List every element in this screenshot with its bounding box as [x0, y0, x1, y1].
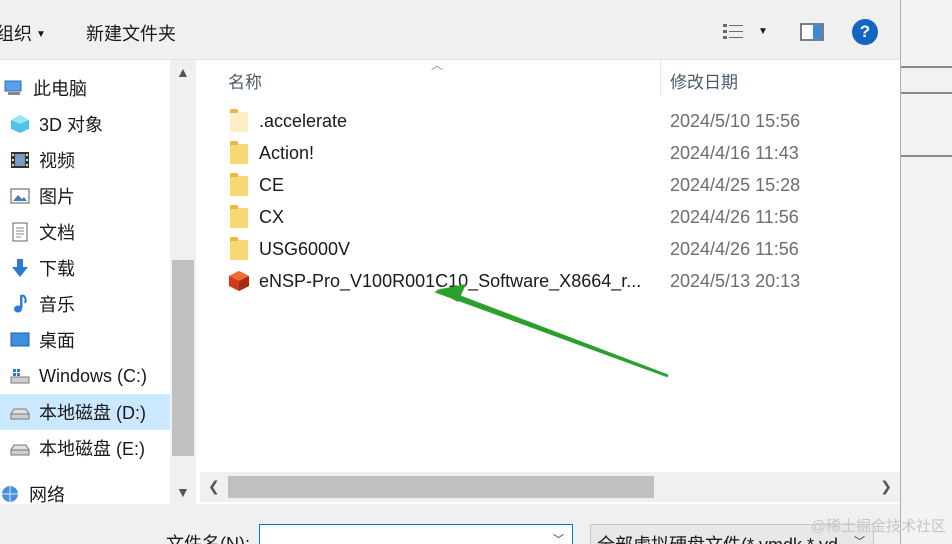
- nav-scrollbar[interactable]: ▲ ▼: [170, 60, 196, 504]
- file-name: .accelerate: [259, 111, 348, 131]
- file-open-dialog: 组织 ▼ 新建文件夹 ▼ ? 此电脑 3D 对象 视频 图片 文档 下载 音乐 …: [0, 0, 900, 544]
- file-name: CE: [259, 175, 285, 195]
- nav-item-3d-objects[interactable]: 3D 对象: [0, 106, 170, 142]
- horizontal-scrollbar[interactable]: ❮ ❯: [200, 472, 900, 502]
- file-date: 2024/5/13 20:13: [670, 271, 801, 291]
- folder-icon: [230, 141, 248, 164]
- nav-item-pictures[interactable]: 图片: [0, 178, 170, 214]
- preview-pane-icon[interactable]: [800, 22, 824, 42]
- nav-item-label: 音乐: [39, 295, 75, 315]
- file-row[interactable]: .accelerate 2024/5/10 15:56: [200, 106, 890, 138]
- file-row[interactable]: CX 2024/4/26 11:56: [200, 202, 890, 234]
- nav-item-label: 图片: [39, 187, 75, 207]
- column-name-header[interactable]: 名称: [228, 68, 262, 93]
- scrollbar-thumb[interactable]: [172, 260, 194, 456]
- nav-item-documents[interactable]: 文档: [0, 214, 170, 250]
- column-date-header[interactable]: 修改日期: [670, 68, 738, 93]
- download-icon: [12, 259, 28, 277]
- file-date: 2024/4/16 11:43: [670, 143, 799, 163]
- column-header: 名称 ︿ 修改日期: [200, 58, 900, 96]
- nav-item-label: 本地磁盘 (D:): [39, 403, 146, 423]
- network-icon: [2, 486, 18, 502]
- video-icon: [11, 152, 29, 168]
- divider: [901, 155, 952, 157]
- nav-item-label: 3D 对象: [39, 115, 104, 135]
- file-name: USG6000V: [259, 239, 351, 259]
- scroll-right-icon[interactable]: ❯: [880, 478, 892, 495]
- scrollbar-thumb[interactable]: [228, 476, 654, 498]
- nav-item-drive-c[interactable]: Windows (C:): [0, 358, 170, 394]
- nav-item-label: 桌面: [39, 331, 75, 351]
- 3d-objects-icon: [11, 115, 29, 133]
- package-icon: [229, 271, 249, 291]
- nav-item-label: Windows (C:): [39, 365, 148, 386]
- filename-input[interactable]: ﹀: [259, 524, 573, 544]
- folder-icon: [230, 109, 248, 132]
- divider: [901, 92, 952, 94]
- folder-icon: [230, 173, 248, 196]
- nav-item-label: 下载: [39, 259, 75, 279]
- toolbar: 组织 ▼ 新建文件夹 ▼ ?: [0, 0, 900, 60]
- nav-item-label: 本地磁盘 (E:): [39, 439, 145, 459]
- view-dropdown-icon[interactable]: ▼: [758, 26, 768, 37]
- folder-icon: [230, 205, 248, 228]
- file-row[interactable]: Action! 2024/4/16 11:43: [200, 138, 890, 170]
- scroll-left-icon[interactable]: ❮: [208, 478, 220, 495]
- organize-label: 组织: [0, 24, 32, 44]
- nav-item-label: 此电脑: [33, 79, 87, 99]
- file-date: 2024/4/26 11:56: [670, 239, 799, 259]
- scroll-up-icon[interactable]: ▲: [176, 64, 190, 80]
- nav-item-this-pc[interactable]: 此电脑: [0, 70, 170, 106]
- drive-icon: [10, 408, 30, 420]
- file-name: eNSP-Pro_V100R001C10_Software_X8664_r...: [259, 271, 642, 291]
- scroll-down-icon[interactable]: ▼: [176, 484, 190, 500]
- new-folder-button[interactable]: 新建文件夹: [86, 20, 176, 46]
- watermark-text: @稀土掘金技术社区: [810, 518, 946, 535]
- file-date: 2024/4/25 15:28: [670, 175, 801, 195]
- file-date: 2024/4/26 11:56: [670, 207, 799, 227]
- music-icon: [14, 294, 27, 313]
- file-row[interactable]: eNSP-Pro_V100R001C10_Software_X8664_r...…: [200, 266, 890, 298]
- nav-item-drive-d[interactable]: 本地磁盘 (D:): [0, 394, 170, 430]
- nav-item-label: 视频: [39, 151, 75, 171]
- column-divider[interactable]: [660, 60, 661, 96]
- help-icon[interactable]: ?: [852, 19, 878, 45]
- pictures-icon: [10, 188, 30, 204]
- drive-icon: [10, 444, 30, 456]
- nav-item-videos[interactable]: 视频: [0, 142, 170, 178]
- chevron-down-icon[interactable]: ﹀: [553, 531, 564, 544]
- background-window: [900, 0, 952, 544]
- organize-button[interactable]: 组织 ▼: [0, 20, 46, 46]
- documents-icon: [12, 222, 28, 242]
- nav-item-drive-e[interactable]: 本地磁盘 (E:): [0, 430, 170, 466]
- view-options-icon[interactable]: [722, 22, 746, 42]
- file-row[interactable]: CE 2024/4/25 15:28: [200, 170, 890, 202]
- file-name: CX: [259, 207, 285, 227]
- chevron-down-icon: ▼: [36, 29, 46, 40]
- folder-icon: [230, 237, 248, 260]
- computer-icon: [4, 80, 22, 95]
- sort-ascending-icon: ︿: [431, 58, 444, 72]
- file-row[interactable]: USG6000V 2024/4/26 11:56: [200, 234, 890, 266]
- nav-item-downloads[interactable]: 下载: [0, 250, 170, 286]
- nav-item-label: 文档: [39, 223, 75, 243]
- filename-label: 文件名(N):: [166, 534, 250, 544]
- divider: [901, 66, 952, 68]
- navigation-pane: 此电脑 3D 对象 视频 图片 文档 下载 音乐 桌面 Windows (C:)…: [0, 60, 196, 505]
- nav-item-music[interactable]: 音乐: [0, 286, 170, 322]
- file-date: 2024/5/10 15:56: [670, 111, 801, 131]
- drive-c-icon: [10, 369, 30, 384]
- nav-item-desktop[interactable]: 桌面: [0, 322, 170, 358]
- file-name: Action!: [259, 143, 315, 163]
- desktop-icon: [10, 332, 30, 347]
